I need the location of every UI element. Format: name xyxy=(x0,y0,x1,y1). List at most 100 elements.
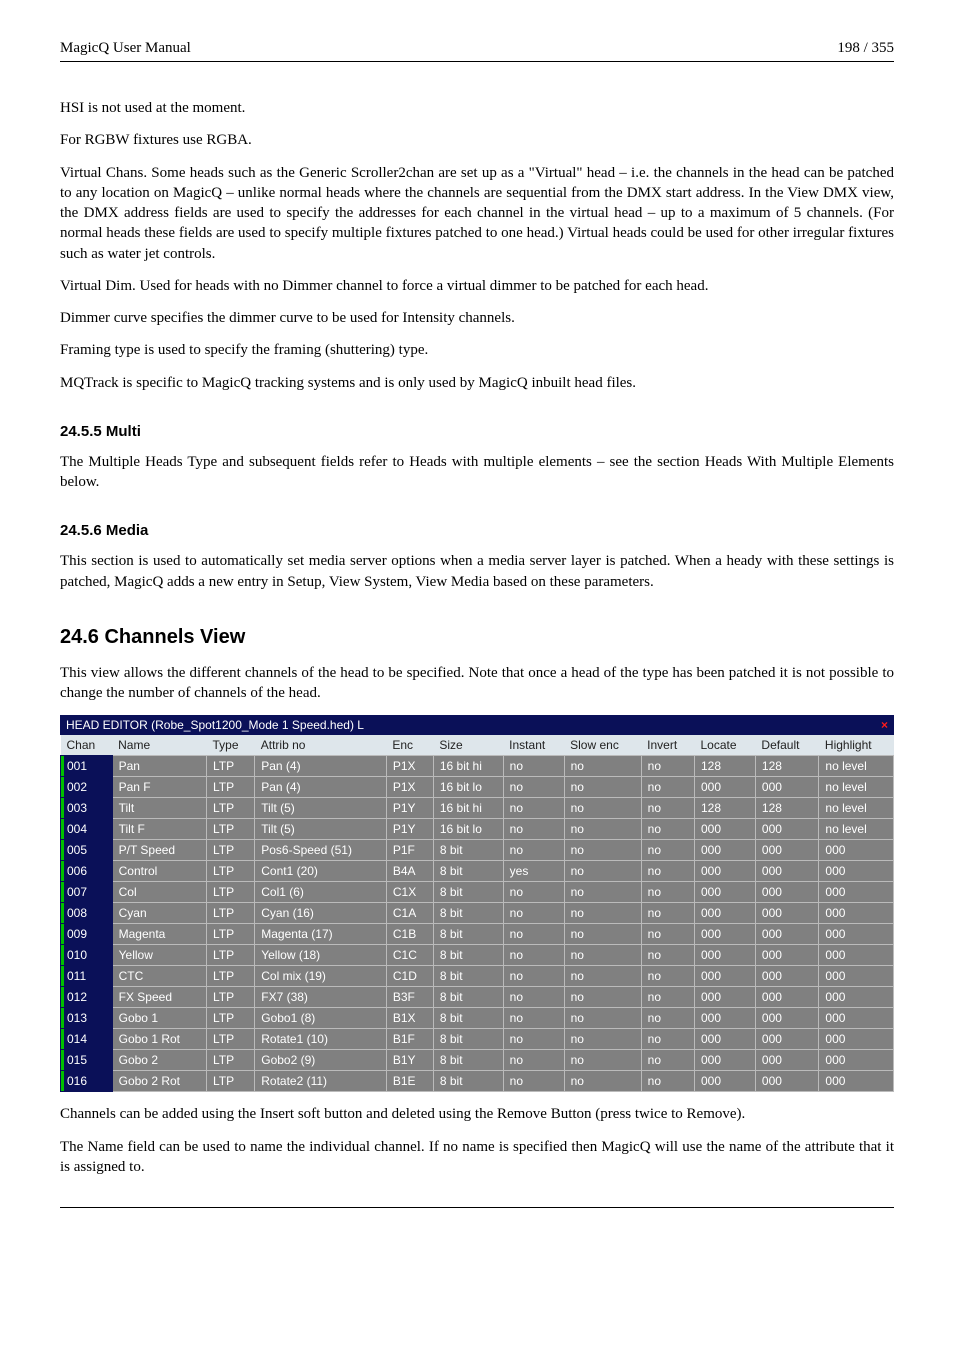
cell-default[interactable]: 000 xyxy=(755,1050,818,1071)
column-header[interactable]: Highlight xyxy=(819,735,894,756)
cell-size[interactable]: 8 bit xyxy=(433,1008,503,1029)
cell-type[interactable]: LTP xyxy=(207,987,255,1008)
cell-size[interactable]: 16 bit hi xyxy=(433,798,503,819)
cell-attr[interactable]: Cont1 (20) xyxy=(255,861,387,882)
cell-attr[interactable]: Tilt (5) xyxy=(255,798,387,819)
cell-chan[interactable]: 011 xyxy=(61,966,113,987)
cell-hl[interactable]: 000 xyxy=(819,840,894,861)
cell-hl[interactable]: 000 xyxy=(819,1050,894,1071)
cell-chan[interactable]: 016 xyxy=(61,1071,113,1092)
column-header[interactable]: Enc xyxy=(386,735,433,756)
cell-locate[interactable]: 128 xyxy=(694,756,755,777)
cell-locate[interactable]: 000 xyxy=(694,840,755,861)
cell-slow[interactable]: no xyxy=(564,756,641,777)
cell-attr[interactable]: Gobo2 (9) xyxy=(255,1050,387,1071)
cell-attr[interactable]: Rotate2 (11) xyxy=(255,1071,387,1092)
cell-locate[interactable]: 000 xyxy=(694,861,755,882)
cell-name[interactable]: CTC xyxy=(112,966,206,987)
cell-name[interactable]: Yellow xyxy=(112,945,206,966)
table-row[interactable]: 008CyanLTPCyan (16)C1A8 bitnonono0000000… xyxy=(61,903,894,924)
cell-size[interactable]: 8 bit xyxy=(433,924,503,945)
cell-type[interactable]: LTP xyxy=(207,1008,255,1029)
cell-size[interactable]: 8 bit xyxy=(433,861,503,882)
table-row[interactable]: 001PanLTPPan (4)P1X16 bit hinonono128128… xyxy=(61,756,894,777)
cell-enc[interactable]: B3F xyxy=(386,987,433,1008)
cell-type[interactable]: LTP xyxy=(207,840,255,861)
table-row[interactable]: 006ControlLTPCont1 (20)B4A8 bityesnono00… xyxy=(61,861,894,882)
column-header[interactable]: Chan xyxy=(61,735,113,756)
cell-slow[interactable]: no xyxy=(564,1008,641,1029)
cell-instant[interactable]: no xyxy=(503,1050,564,1071)
cell-size[interactable]: 8 bit xyxy=(433,1071,503,1092)
cell-hl[interactable]: no level xyxy=(819,798,894,819)
cell-slow[interactable]: no xyxy=(564,777,641,798)
cell-chan[interactable]: 012 xyxy=(61,987,113,1008)
cell-slow[interactable]: no xyxy=(564,1029,641,1050)
cell-instant[interactable]: no xyxy=(503,966,564,987)
cell-hl[interactable]: 000 xyxy=(819,861,894,882)
cell-chan[interactable]: 014 xyxy=(61,1029,113,1050)
table-row[interactable]: 004Tilt FLTPTilt (5)P1Y16 bit lononono00… xyxy=(61,819,894,840)
cell-name[interactable]: Tilt xyxy=(112,798,206,819)
close-icon[interactable]: × xyxy=(881,718,888,732)
cell-default[interactable]: 000 xyxy=(755,1029,818,1050)
cell-enc[interactable]: B1F xyxy=(386,1029,433,1050)
cell-enc[interactable]: B1Y xyxy=(386,1050,433,1071)
column-header[interactable]: Locate xyxy=(694,735,755,756)
cell-type[interactable]: LTP xyxy=(207,924,255,945)
cell-slow[interactable]: no xyxy=(564,840,641,861)
cell-instant[interactable]: no xyxy=(503,840,564,861)
cell-type[interactable]: LTP xyxy=(207,966,255,987)
cell-instant[interactable]: no xyxy=(503,798,564,819)
table-row[interactable]: 009MagentaLTPMagenta (17)C1B8 bitnonono0… xyxy=(61,924,894,945)
cell-name[interactable]: Pan xyxy=(112,756,206,777)
cell-default[interactable]: 128 xyxy=(755,798,818,819)
cell-name[interactable]: Gobo 1 xyxy=(112,1008,206,1029)
cell-type[interactable]: LTP xyxy=(207,903,255,924)
cell-hl[interactable]: 000 xyxy=(819,945,894,966)
cell-chan[interactable]: 007 xyxy=(61,882,113,903)
cell-enc[interactable]: C1B xyxy=(386,924,433,945)
cell-attr[interactable]: Col1 (6) xyxy=(255,882,387,903)
cell-slow[interactable]: no xyxy=(564,966,641,987)
cell-chan[interactable]: 010 xyxy=(61,945,113,966)
cell-invert[interactable]: no xyxy=(641,777,694,798)
cell-enc[interactable]: P1Y xyxy=(386,819,433,840)
table-row[interactable]: 007ColLTPCol1 (6)C1X8 bitnonono000000000 xyxy=(61,882,894,903)
cell-locate[interactable]: 000 xyxy=(694,819,755,840)
cell-name[interactable]: Tilt F xyxy=(112,819,206,840)
cell-size[interactable]: 8 bit xyxy=(433,987,503,1008)
cell-invert[interactable]: no xyxy=(641,840,694,861)
cell-locate[interactable]: 000 xyxy=(694,945,755,966)
cell-hl[interactable]: no level xyxy=(819,756,894,777)
cell-enc[interactable]: C1A xyxy=(386,903,433,924)
cell-type[interactable]: LTP xyxy=(207,945,255,966)
cell-name[interactable]: Magenta xyxy=(112,924,206,945)
cell-slow[interactable]: no xyxy=(564,861,641,882)
cell-default[interactable]: 000 xyxy=(755,1008,818,1029)
cell-invert[interactable]: no xyxy=(641,903,694,924)
cell-instant[interactable]: no xyxy=(503,924,564,945)
cell-slow[interactable]: no xyxy=(564,903,641,924)
cell-hl[interactable]: 000 xyxy=(819,903,894,924)
cell-invert[interactable]: no xyxy=(641,882,694,903)
cell-locate[interactable]: 000 xyxy=(694,882,755,903)
cell-hl[interactable]: no level xyxy=(819,819,894,840)
cell-size[interactable]: 16 bit lo xyxy=(433,819,503,840)
cell-invert[interactable]: no xyxy=(641,966,694,987)
table-row[interactable]: 005P/T SpeedLTPPos6-Speed (51)P1F8 bitno… xyxy=(61,840,894,861)
cell-type[interactable]: LTP xyxy=(207,882,255,903)
cell-attr[interactable]: Cyan (16) xyxy=(255,903,387,924)
cell-type[interactable]: LTP xyxy=(207,1071,255,1092)
cell-hl[interactable]: 000 xyxy=(819,1008,894,1029)
cell-invert[interactable]: no xyxy=(641,945,694,966)
cell-enc[interactable]: B1X xyxy=(386,1008,433,1029)
cell-instant[interactable]: no xyxy=(503,1071,564,1092)
table-row[interactable]: 016Gobo 2 RotLTPRotate2 (11)B1E8 bitnono… xyxy=(61,1071,894,1092)
cell-instant[interactable]: no xyxy=(503,777,564,798)
cell-invert[interactable]: no xyxy=(641,819,694,840)
cell-slow[interactable]: no xyxy=(564,987,641,1008)
cell-hl[interactable]: no level xyxy=(819,777,894,798)
cell-enc[interactable]: C1C xyxy=(386,945,433,966)
cell-invert[interactable]: no xyxy=(641,1071,694,1092)
